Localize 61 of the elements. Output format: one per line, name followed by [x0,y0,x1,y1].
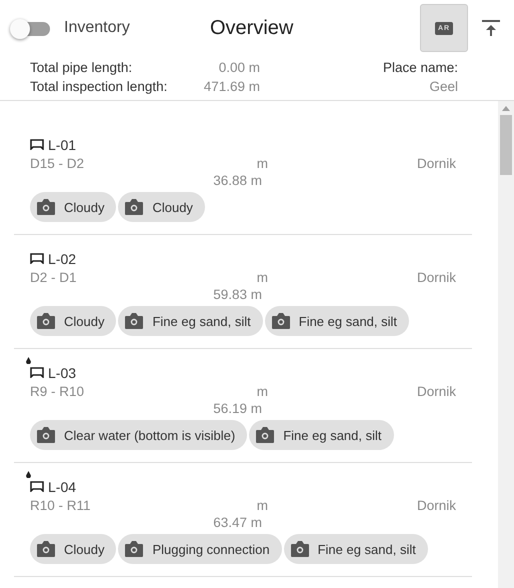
pipe-item[interactable]: L-02 D2 - D1 m Dornik 59.83 m Cloudy Fine eg sand, silt Fine eg sand, silt [14,235,472,349]
pipe-route: D2 - D1 [30,270,78,285]
stat-value: 0.00 m [218,60,260,77]
camera-icon [124,312,144,330]
pipe-place: Dornik [416,384,456,399]
toggle-label: Inventory [64,19,131,37]
observation-chip[interactable]: Cloudy [30,306,116,336]
pipe-item[interactable]: L-03 R9 - R10 m Dornik 56.19 m Clear water (bottom is visible) Fine eg sand, silt [14,349,472,463]
inventory-toggle[interactable] [12,22,50,36]
pipe-unit: m [256,384,268,399]
pipe-place: Dornik [416,270,456,285]
page-title: Overview [210,16,294,40]
pipe-length: 59.83 m [212,287,262,302]
stat-label: Total pipe length: [30,60,134,77]
camera-icon [124,198,144,216]
pipe-item[interactable]: L-04 R10 - R11 m Dornik 63.47 m Cloudy Plugging connection Fine eg sand, silt [14,463,472,577]
pipe-name: L-03 [48,364,76,380]
stat-label: Total inspection length: [30,79,168,96]
pipe-item[interactable]: L-01 D15 - D2 m Dornik 36.88 m Cloudy Cloudy [14,121,472,235]
camera-icon [36,426,56,444]
pipe-name: L-02 [48,250,76,266]
pipe-name: L-04 [48,478,76,494]
pipe-length: 63.47 m [212,515,262,530]
pipe-icon [30,367,44,378]
scroll-to-top-icon[interactable] [482,19,500,37]
stat-value: 471.69 m [202,79,260,96]
observation-chip[interactable]: Plugging connection [118,534,282,564]
camera-icon [36,198,56,216]
pipe-icon [30,481,44,492]
observation-chip[interactable]: Fine eg sand, silt [118,306,263,336]
camera-icon [290,540,310,558]
pipe-length: 56.19 m [212,401,262,416]
camera-icon [36,540,56,558]
pipe-place: Dornik [416,498,456,513]
observation-chip[interactable]: Cloudy [118,192,205,222]
observation-chip[interactable]: Cloudy [30,192,116,222]
pipe-route: D15 - D2 [30,156,86,171]
pipe-unit: m [256,270,268,285]
pipe-unit: m [256,156,268,171]
camera-icon [255,426,276,444]
observation-chip[interactable]: Fine eg sand, silt [284,534,428,564]
observation-chip[interactable]: Cloudy [30,534,116,564]
stat-label: Place name: [382,60,458,77]
camera-icon [270,312,291,330]
pipe-route: R9 - R10 [30,384,86,399]
observation-chip[interactable]: Clear water (bottom is visible) [30,420,248,450]
camera-icon [124,540,144,558]
scrollbar-thumb[interactable] [500,115,512,175]
scrollbar[interactable] [498,101,514,588]
observation-chip[interactable]: Fine eg sand, silt [249,420,394,450]
pipe-icon [30,139,44,150]
observation-chip[interactable]: Fine eg sand, silt [264,306,410,336]
pipe-icon [30,253,44,264]
pipe-route: R10 - R11 [30,498,92,513]
scroll-up-icon[interactable] [502,106,510,111]
pipe-name: L-01 [48,136,76,152]
pipe-unit: m [256,498,268,513]
camera-icon [36,312,56,330]
pipe-place: Dornik [416,156,456,171]
pipe-length: 36.88 m [212,173,262,188]
stat-value: Geel [428,79,458,96]
